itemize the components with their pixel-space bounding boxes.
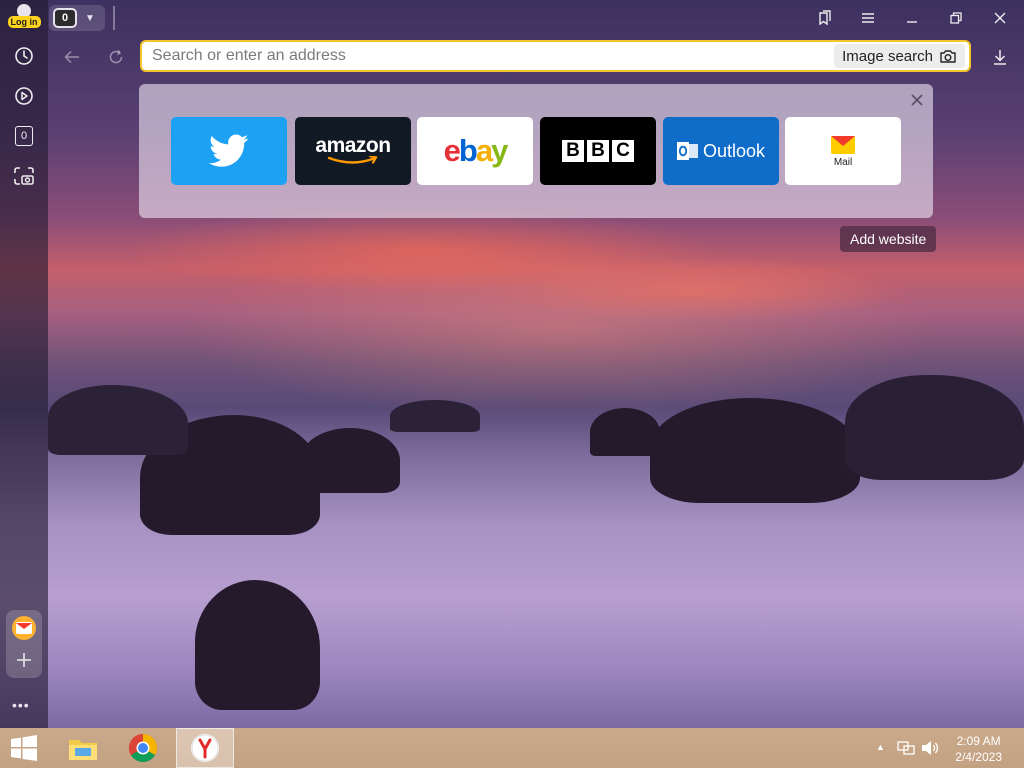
- chrome-icon: [129, 734, 157, 762]
- arrow-left-icon: [64, 50, 79, 64]
- close-speed-dial-button[interactable]: [909, 92, 925, 108]
- mail-envelope-icon: [831, 135, 855, 154]
- bookmarks-icon: [819, 10, 831, 26]
- wallpaper-mountain: [195, 580, 320, 710]
- collections-button[interactable]: [810, 6, 840, 30]
- clock[interactable]: 2:09 AM 2/4/2023: [955, 733, 1002, 765]
- yandex-browser-icon: [191, 734, 219, 762]
- ebay-logo: ebay: [443, 133, 509, 168]
- folder-icon: [69, 740, 97, 760]
- clock-date: 2/4/2023: [955, 750, 1002, 764]
- reload-button[interactable]: [102, 44, 130, 70]
- restore-icon: [950, 12, 962, 24]
- taskbar-chrome[interactable]: [115, 728, 171, 768]
- image-search-button[interactable]: Image search: [834, 44, 965, 68]
- tab-count-button[interactable]: 0 ▼: [49, 5, 105, 31]
- network-icon[interactable]: [897, 740, 915, 756]
- amazon-smile-icon: [327, 156, 378, 164]
- downloads-button[interactable]: [986, 44, 1014, 70]
- bbc-letter: B: [587, 140, 609, 162]
- volume-icon[interactable]: [921, 740, 939, 756]
- clock-time: 2:09 AM: [956, 734, 1001, 748]
- tile-ebay[interactable]: ebay: [417, 117, 533, 185]
- amazon-logo-text: amazon: [315, 134, 391, 157]
- login-label: Log in: [7, 16, 41, 28]
- wallpaper-mountain: [300, 428, 400, 493]
- counter-icon: 0: [15, 126, 33, 146]
- screenshot-button[interactable]: [8, 160, 40, 192]
- image-search-label: Image search: [842, 47, 933, 65]
- bbc-logo: B B C: [562, 140, 634, 162]
- sidebar-apps-panel: [6, 610, 42, 678]
- windows-logo-icon: [11, 735, 37, 761]
- twitter-bird-icon: [209, 134, 249, 167]
- camera-search-icon: [940, 50, 956, 63]
- more-button[interactable]: •••: [12, 697, 30, 713]
- outlook-logo-icon: [676, 142, 698, 160]
- close-icon: [911, 94, 923, 106]
- history-icon: [15, 47, 33, 65]
- hamburger-icon: [862, 13, 874, 23]
- sidebar: Log in 0 •••: [0, 0, 48, 728]
- wallpaper-mountain: [845, 375, 1024, 480]
- taskbar: ▲ 2:09 AM 2/4/2023: [0, 728, 1024, 768]
- taskbar-file-explorer[interactable]: [55, 728, 111, 768]
- close-icon: [994, 12, 1006, 24]
- start-button[interactable]: [0, 728, 48, 768]
- tile-amazon[interactable]: amazon: [295, 117, 411, 185]
- tile-twitter[interactable]: [171, 117, 287, 185]
- screenshot-icon: [14, 167, 34, 185]
- address-bar[interactable]: Image search: [140, 40, 971, 72]
- speed-dial-panel: amazon ebay B B C Outlook Mail: [139, 84, 933, 218]
- history-button[interactable]: [8, 40, 40, 72]
- login-button[interactable]: Log in: [4, 2, 44, 34]
- outlook-logo-text: Outlook: [702, 140, 766, 161]
- taskbar-yandex-browser[interactable]: [176, 728, 234, 768]
- wallpaper-mountain: [48, 385, 188, 455]
- mail-app-button[interactable]: [12, 616, 36, 640]
- media-button[interactable]: [8, 80, 40, 112]
- divider: [113, 6, 115, 30]
- chevron-down-icon: ▼: [85, 12, 95, 24]
- minimize-button[interactable]: [897, 6, 927, 30]
- wallpaper-mountain: [650, 398, 860, 503]
- tile-bbc[interactable]: B B C: [540, 117, 656, 185]
- counter-value: 0: [20, 130, 28, 142]
- wallpaper-mountain: [390, 400, 480, 432]
- bbc-letter: C: [612, 140, 634, 162]
- back-button[interactable]: [58, 44, 86, 70]
- tab-count: 0: [53, 8, 77, 28]
- add-app-button[interactable]: [14, 650, 34, 670]
- address-input[interactable]: [142, 47, 835, 65]
- plus-icon: [17, 653, 31, 667]
- mail-app-icon: [16, 622, 32, 634]
- reload-icon: [109, 50, 123, 64]
- play-icon: [15, 87, 33, 105]
- mail-tile-label: Mail: [833, 156, 853, 168]
- add-website-button[interactable]: Add website: [840, 226, 937, 252]
- minimize-icon: [907, 21, 917, 23]
- menu-button[interactable]: [853, 6, 883, 30]
- restore-button[interactable]: [941, 6, 971, 30]
- bbc-letter: B: [562, 140, 584, 162]
- download-icon: [994, 50, 1006, 65]
- show-hidden-icons-button[interactable]: ▲: [876, 742, 885, 752]
- tile-outlook[interactable]: Outlook: [663, 117, 779, 185]
- counter-button[interactable]: 0: [8, 120, 40, 152]
- tile-mail[interactable]: Mail: [785, 117, 901, 185]
- close-window-button[interactable]: [985, 6, 1015, 30]
